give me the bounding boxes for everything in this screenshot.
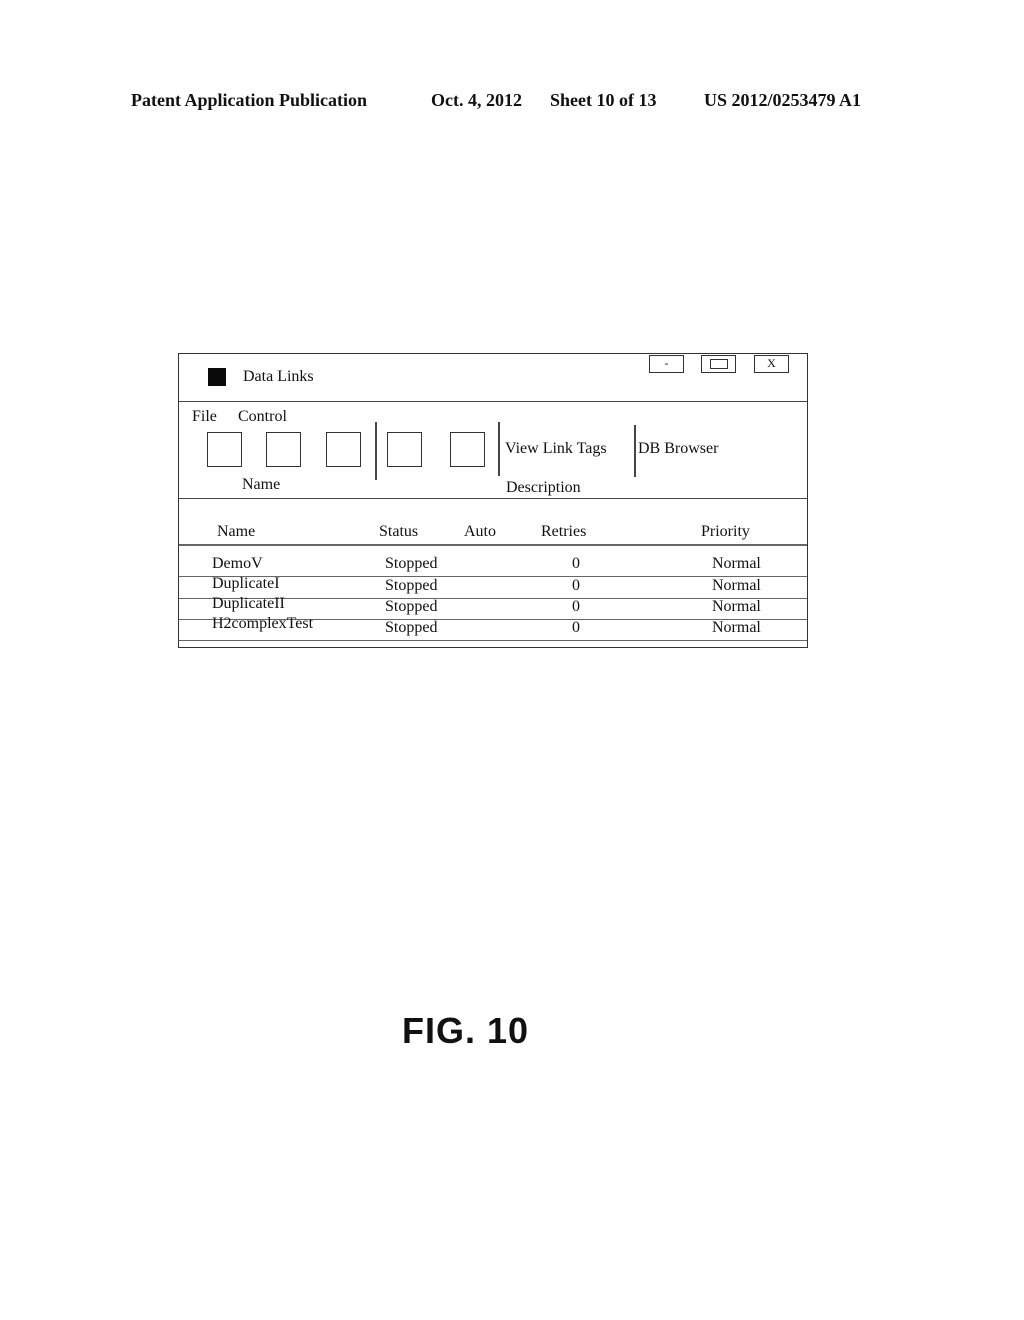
publication-title: Patent Application Publication	[131, 90, 368, 110]
cell-name: DuplicateI	[212, 575, 280, 592]
maximize-button[interactable]	[701, 355, 736, 373]
figure-label: FIG. 10	[402, 1010, 530, 1051]
data-links-window: Data Links - X File Control View Link Ta…	[178, 353, 808, 648]
column-header-retries[interactable]: Retries	[541, 523, 586, 541]
toolbar-button-1[interactable]	[207, 432, 242, 467]
toolbar-separator	[634, 425, 636, 477]
minimize-button[interactable]: -	[649, 355, 684, 373]
menu-control[interactable]: Control	[238, 408, 287, 426]
cell-priority: Normal	[712, 619, 761, 636]
toolbar: File Control View Link Tags DB Browser N…	[179, 402, 807, 499]
cell-status: Stopped	[385, 555, 438, 572]
toolbar-button-2[interactable]	[266, 432, 301, 467]
cell-name: DemoV	[212, 555, 263, 572]
name-label: Name	[242, 476, 281, 493]
toolbar-button-4[interactable]	[387, 432, 422, 467]
app-icon	[208, 368, 226, 386]
toolbar-button-3[interactable]	[326, 432, 361, 467]
toolbar-separator	[498, 422, 500, 476]
column-header-status[interactable]: Status	[379, 523, 418, 541]
cell-name: DuplicateII	[212, 595, 285, 612]
sheet-number: Sheet 10 of 13	[550, 90, 657, 110]
publication-date: Oct. 4, 2012	[431, 90, 522, 110]
table-row[interactable]: DemoV Stopped 0 Normal	[179, 555, 807, 577]
table-header: Name Status Auto Retries Priority	[179, 499, 807, 546]
cell-priority: Normal	[712, 555, 761, 572]
db-browser-button[interactable]: DB Browser	[638, 440, 718, 458]
cell-status: Stopped	[385, 619, 438, 636]
cell-retries: 0	[572, 598, 580, 615]
cell-name: H2complexTest	[212, 615, 314, 632]
cell-status: Stopped	[385, 577, 438, 594]
maximize-icon	[709, 359, 728, 369]
menu-file[interactable]: File	[192, 408, 217, 426]
close-button[interactable]: X	[754, 355, 789, 373]
cell-status: Stopped	[385, 598, 438, 615]
window-title: Data Links	[243, 368, 314, 385]
cell-retries: 0	[572, 577, 580, 594]
description-label: Description	[506, 479, 581, 496]
table-row[interactable]: H2complexTest Stopped 0 Normal	[179, 615, 807, 641]
cell-retries: 0	[572, 619, 580, 636]
column-header-priority[interactable]: Priority	[701, 523, 750, 541]
title-bar: Data Links - X	[179, 354, 807, 402]
toolbar-button-5[interactable]	[450, 432, 485, 467]
cell-priority: Normal	[712, 598, 761, 615]
column-header-auto[interactable]: Auto	[464, 523, 496, 541]
toolbar-separator	[375, 422, 377, 480]
view-link-tags-button[interactable]: View Link Tags	[505, 440, 607, 458]
cell-retries: 0	[572, 555, 580, 572]
column-header-name[interactable]: Name	[217, 523, 255, 541]
cell-priority: Normal	[712, 577, 761, 594]
patent-number: US 2012/0253479 A1	[704, 90, 862, 110]
